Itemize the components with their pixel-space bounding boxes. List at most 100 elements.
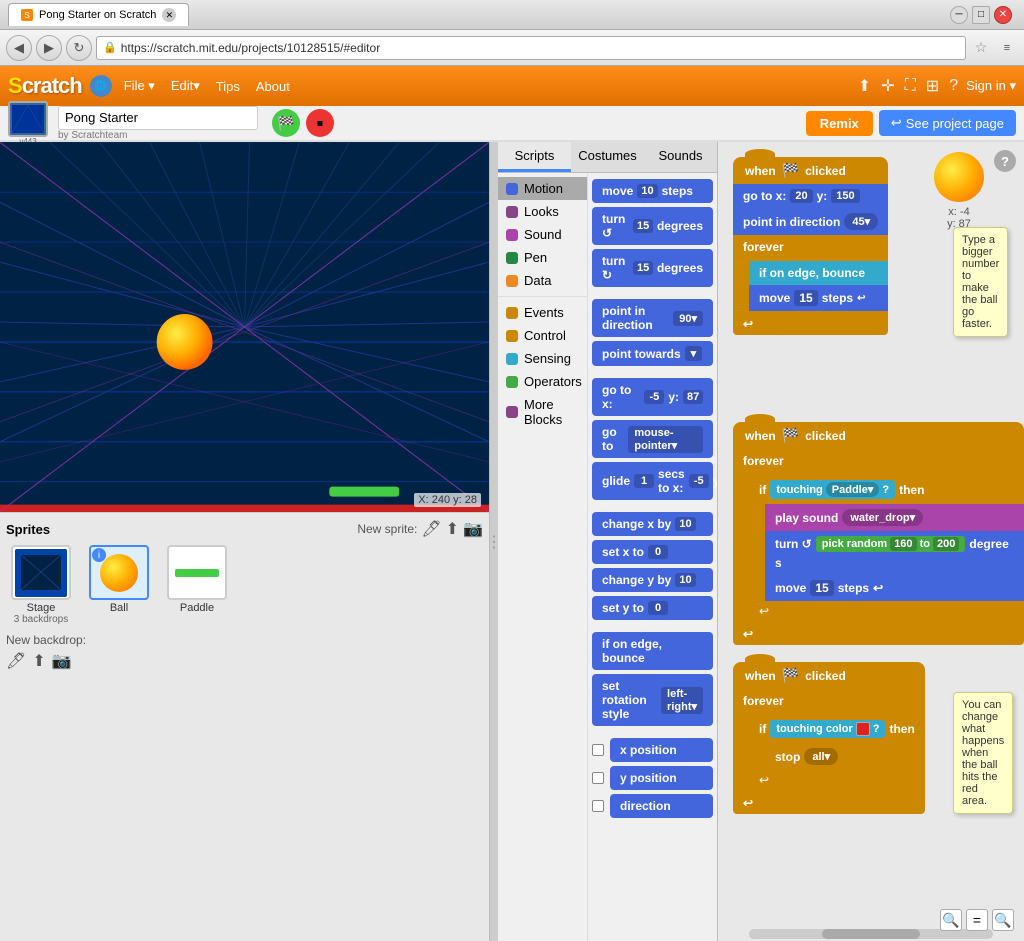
new-sprite-camera-btn[interactable]: 📷	[463, 519, 483, 539]
block-x-pos-checkbox[interactable]	[592, 744, 604, 756]
goto-x-val[interactable]: 20	[790, 189, 812, 203]
block-move-15[interactable]: move 15 steps ↩	[749, 285, 888, 311]
maximize-btn[interactable]: □	[972, 6, 990, 24]
block-goto-x[interactable]: -5	[644, 390, 664, 404]
block-turn-left-input[interactable]: 15	[633, 219, 653, 233]
block-stop-all[interactable]: stop all▾	[765, 743, 925, 770]
category-events[interactable]: Events	[498, 301, 587, 324]
hat-block-3[interactable]: when 🏁 clicked	[733, 662, 925, 689]
block-change-x-input[interactable]: 10	[675, 517, 695, 531]
embed-icon[interactable]: ⊞	[926, 76, 939, 96]
tab-scripts[interactable]: Scripts	[498, 142, 571, 172]
pointer-icon[interactable]: ✛	[881, 76, 894, 96]
category-more-blocks[interactable]: More Blocks	[498, 393, 587, 431]
block-change-x[interactable]: change x by 10	[592, 512, 713, 536]
hat-block-1[interactable]: when 🏁 clicked	[733, 157, 888, 184]
block-turn-random[interactable]: turn ↺ pick random 160 to 200 degrees	[765, 531, 1024, 575]
block-set-x[interactable]: set x to 0	[592, 540, 713, 564]
block-set-rotation-style[interactable]: set rotation style left-right▾	[592, 674, 713, 726]
block-goto-dropdown[interactable]: mouse-pointer▾	[628, 426, 703, 453]
random-max[interactable]: 200	[933, 537, 959, 551]
sprite-info-icon-ball[interactable]: i	[92, 548, 106, 562]
block-move-15-2[interactable]: move 15 steps ↩	[765, 575, 1024, 601]
block-glide-secs[interactable]: 1	[634, 474, 654, 488]
block-turn-right[interactable]: turn ↻ 15 degrees	[592, 249, 713, 287]
language-button[interactable]: 🌐	[90, 75, 112, 97]
block-direction[interactable]: direction	[610, 794, 713, 818]
goto-y-val[interactable]: 150	[831, 189, 859, 203]
block-play-sound[interactable]: play sound water_drop▾	[765, 504, 1024, 531]
category-control[interactable]: Control	[498, 324, 587, 347]
backdrop-upload-btn[interactable]: ⬆	[32, 651, 45, 671]
block-point-towards-dropdown[interactable]: ▾	[685, 346, 703, 361]
block-set-y-input[interactable]: 0	[648, 601, 668, 615]
block-point-towards[interactable]: point towards ▾	[592, 341, 713, 366]
scrollbar-thumb[interactable]	[822, 929, 920, 939]
refresh-button[interactable]: ↻	[66, 35, 92, 61]
category-looks[interactable]: Looks	[498, 200, 587, 223]
block-point-direction[interactable]: point in direction 90▾	[592, 299, 713, 337]
block-set-y[interactable]: set y to 0	[592, 596, 713, 620]
backdrop-paint-btn[interactable]: 🖊	[6, 651, 26, 671]
block-if-on-edge[interactable]: if on edge, bounce	[592, 632, 713, 670]
zoom-out-button[interactable]: 🔍	[940, 909, 962, 931]
block-change-y-input[interactable]: 10	[675, 573, 695, 587]
project-name-input[interactable]	[58, 106, 258, 130]
point-dir-dropdown[interactable]: 45▾	[844, 213, 878, 230]
block-forever-3[interactable]: forever	[733, 689, 925, 713]
new-sprite-upload-btn[interactable]: ⬆	[446, 519, 459, 539]
zoom-in-button[interactable]: 🔍	[992, 909, 1014, 931]
browser-menu-button[interactable]: ≡	[996, 37, 1018, 59]
block-goto-xy[interactable]: go to x: -5 y: 87	[592, 378, 713, 416]
help-icon[interactable]: ?	[949, 77, 958, 95]
edit-menu[interactable]: Edit▾	[167, 76, 204, 96]
block-edge-bounce[interactable]: if on edge, bounce	[749, 261, 888, 285]
block-turn-left[interactable]: turn ↺ 15 degrees	[592, 207, 713, 245]
new-sprite-paint-btn[interactable]: 🖊	[421, 519, 441, 539]
block-move-input[interactable]: 10	[637, 184, 657, 198]
block-set-x-input[interactable]: 0	[648, 545, 668, 559]
panel-divider[interactable]: ⋮	[490, 142, 498, 941]
category-operators[interactable]: Operators	[498, 370, 587, 393]
address-bar[interactable]: 🔒 https://scratch.mit.edu/projects/10128…	[96, 36, 966, 60]
category-sound[interactable]: Sound	[498, 223, 587, 246]
sprite-item-paddle[interactable]: Paddle	[162, 545, 232, 625]
block-glide[interactable]: glide 1 secs to x: -5 y: 87	[592, 462, 713, 500]
block-goto-y[interactable]: 87	[683, 390, 703, 404]
browser-tab[interactable]: S Pong Starter on Scratch ✕	[8, 3, 189, 26]
block-forever-1[interactable]: forever	[733, 235, 888, 259]
block-move-steps[interactable]: move 10 steps	[592, 179, 713, 203]
block-x-position[interactable]: x position	[610, 738, 713, 762]
tips-menu[interactable]: Tips	[212, 77, 244, 96]
move-15-val[interactable]: 15	[794, 290, 817, 306]
hat-block-2[interactable]: when 🏁 clicked	[733, 422, 1024, 449]
zoom-reset-button[interactable]: =	[966, 909, 988, 931]
file-menu[interactable]: File ▾	[120, 76, 159, 96]
block-y-pos-checkbox[interactable]	[592, 772, 604, 784]
backdrop-camera-btn[interactable]: 📷	[52, 651, 72, 671]
fullscreen-icon[interactable]: ⛶	[905, 77, 916, 95]
block-glide-x[interactable]: -5	[689, 474, 709, 488]
random-min[interactable]: 160	[890, 537, 916, 551]
block-direction-checkbox[interactable]	[592, 800, 604, 812]
block-goto-target[interactable]: go to mouse-pointer▾	[592, 420, 713, 458]
block-goto-xy-1[interactable]: go to x: 20 y: 150	[733, 184, 888, 208]
tab-sounds[interactable]: Sounds	[644, 142, 717, 172]
block-forever-2[interactable]: forever	[733, 449, 1024, 473]
category-motion[interactable]: Motion	[498, 177, 587, 200]
tab-close-btn[interactable]: ✕	[162, 8, 176, 22]
touching-target-dropdown[interactable]: Paddle▾	[826, 482, 880, 497]
stop-button[interactable]: ⏹	[306, 109, 334, 137]
block-if-color[interactable]: if touching color ? then	[749, 715, 925, 743]
help-button[interactable]: ?	[994, 150, 1016, 172]
close-window-btn[interactable]: ✕	[994, 6, 1012, 24]
forward-button[interactable]: ▶	[36, 35, 62, 61]
remix-button[interactable]: Remix	[806, 111, 873, 136]
block-rotation-dropdown[interactable]: left-right▾	[661, 687, 703, 714]
tab-costumes[interactable]: Costumes	[571, 142, 644, 172]
green-flag-button[interactable]: 🏁	[272, 109, 300, 137]
block-if-touching[interactable]: if touching Paddle▾ ? then	[749, 475, 1024, 504]
see-project-button[interactable]: ↩ See project page	[879, 110, 1016, 136]
upload-icon[interactable]: ⬆	[858, 76, 871, 96]
category-data[interactable]: Data	[498, 269, 587, 292]
